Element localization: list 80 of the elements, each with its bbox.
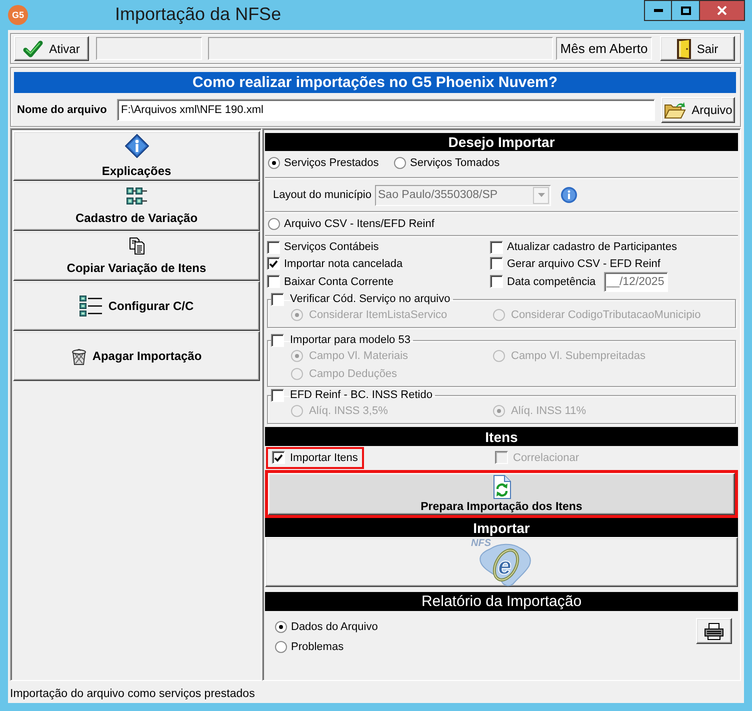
radio-button[interactable] xyxy=(394,157,406,169)
checkbox[interactable] xyxy=(272,451,285,464)
caret-icon xyxy=(538,193,544,197)
checkbox-label: Atualizar cadastro de Participantes xyxy=(507,241,677,253)
activate-button[interactable]: Ativar xyxy=(14,36,89,61)
section-header: Importar xyxy=(265,518,738,537)
option-label: Campo Vl. Subempreitadas xyxy=(511,350,646,362)
nfse-logo: NFS e xyxy=(470,537,534,587)
check-icon xyxy=(23,40,44,58)
option-label: Serviços Prestados xyxy=(284,157,379,169)
field-label: Nome do arquivo xyxy=(17,104,108,116)
checkbox[interactable] xyxy=(271,292,284,306)
option-label: Campo Vl. Materiais xyxy=(309,350,408,362)
trash-icon xyxy=(71,348,88,364)
date-field[interactable]: __/12/2025 xyxy=(604,272,668,292)
option-label: Problemas xyxy=(291,641,344,653)
status-text: Importação do arquivo como serviços prestados xyxy=(10,688,255,700)
maximize-icon xyxy=(680,6,690,15)
door-icon xyxy=(676,38,691,58)
checkbox[interactable] xyxy=(267,240,280,254)
section-header: Itens xyxy=(265,427,738,446)
option-label: Serviços Tomados xyxy=(410,157,500,169)
sidebar-button[interactable]: Cadastro de Variação xyxy=(13,181,260,231)
checkbox[interactable] xyxy=(267,275,280,288)
option-label: Alíq. INSS 11% xyxy=(511,405,586,417)
checkbox-label: Correlacionar xyxy=(513,452,580,464)
section-header: Desejo Importar xyxy=(265,133,738,151)
list-icon xyxy=(79,295,104,317)
refresh-document-icon xyxy=(492,474,510,498)
close-button[interactable] xyxy=(700,0,745,21)
option-label: Dados do Arquivo xyxy=(291,621,378,633)
field-label: Layout do município xyxy=(273,189,372,201)
help-banner[interactable]: Como realizar importações no G5 Phoenix Nuvem? xyxy=(14,72,736,93)
copy-icon xyxy=(128,237,144,255)
maximize-button[interactable] xyxy=(672,0,700,21)
option-label: Considerar CodigoTributacaoMunicipio xyxy=(511,309,701,321)
sidebar-button[interactable]: Explicações xyxy=(13,131,260,181)
browse-button[interactable]: Arquivo xyxy=(661,97,735,123)
close-icon xyxy=(717,6,727,15)
checkbox-label: Verificar Cód. Serviço no arquivo xyxy=(290,292,450,306)
option-label: Alíq. INSS 3,5% xyxy=(309,405,388,417)
period-status: Mês em Aberto xyxy=(556,37,652,60)
prepare-items-button[interactable]: Prepara Importação dos Itens xyxy=(268,473,735,515)
option-label: Considerar ItemListaServico xyxy=(309,309,448,321)
sidebar-button[interactable]: Copiar Variação de Itens xyxy=(13,231,260,281)
checkbox-label: Serviços Contábeis xyxy=(284,241,379,253)
checkbox[interactable] xyxy=(271,334,284,346)
checkbox-label: Importar nota cancelada xyxy=(284,258,403,270)
option-label: Campo Deduções xyxy=(309,368,398,380)
sidebar-button[interactable]: Configurar C/C xyxy=(13,281,260,331)
option-label: Arquivo CSV - Itens/EFD Reinf xyxy=(284,218,434,230)
checkbox[interactable] xyxy=(267,257,280,270)
app-logo: G5 xyxy=(8,5,28,25)
minimize-button[interactable] xyxy=(644,0,672,21)
radio-button[interactable] xyxy=(268,218,280,230)
section-header: Relatório da Importação xyxy=(265,592,738,611)
checkbox-label: Importar para modelo 53 xyxy=(290,333,410,347)
checkbox[interactable] xyxy=(490,240,503,254)
info-icon xyxy=(124,134,148,158)
node-grid-icon xyxy=(126,187,148,205)
file-name-field[interactable]: F:\Arquivos xml\NFE 190.xml xyxy=(117,99,655,121)
checkbox-label: Data competência xyxy=(507,276,596,288)
info-icon xyxy=(561,187,577,203)
sidebar-button[interactable]: Apagar Importação xyxy=(13,331,260,381)
checkbox-label: Baixar Conta Corrente xyxy=(284,276,394,288)
folder-icon xyxy=(664,101,686,119)
print-button[interactable] xyxy=(696,618,732,644)
radio-button[interactable] xyxy=(275,621,287,633)
checkbox[interactable] xyxy=(271,388,284,402)
minimize-icon xyxy=(654,9,662,12)
printer-icon xyxy=(704,622,724,640)
checkbox-label: Gerar arquivo CSV - EFD Reinf xyxy=(507,258,660,270)
checkbox[interactable] xyxy=(490,275,503,288)
radio-button[interactable] xyxy=(275,641,287,653)
checkbox[interactable] xyxy=(490,257,503,270)
window-title: Importação da NFSe xyxy=(115,4,282,25)
radio-button[interactable] xyxy=(268,157,280,169)
checkbox-label: EFD Reinf - BC. INSS Retido xyxy=(290,388,432,402)
checkbox-label: Importar Itens xyxy=(290,452,358,464)
exit-button[interactable]: Sair xyxy=(660,36,735,61)
